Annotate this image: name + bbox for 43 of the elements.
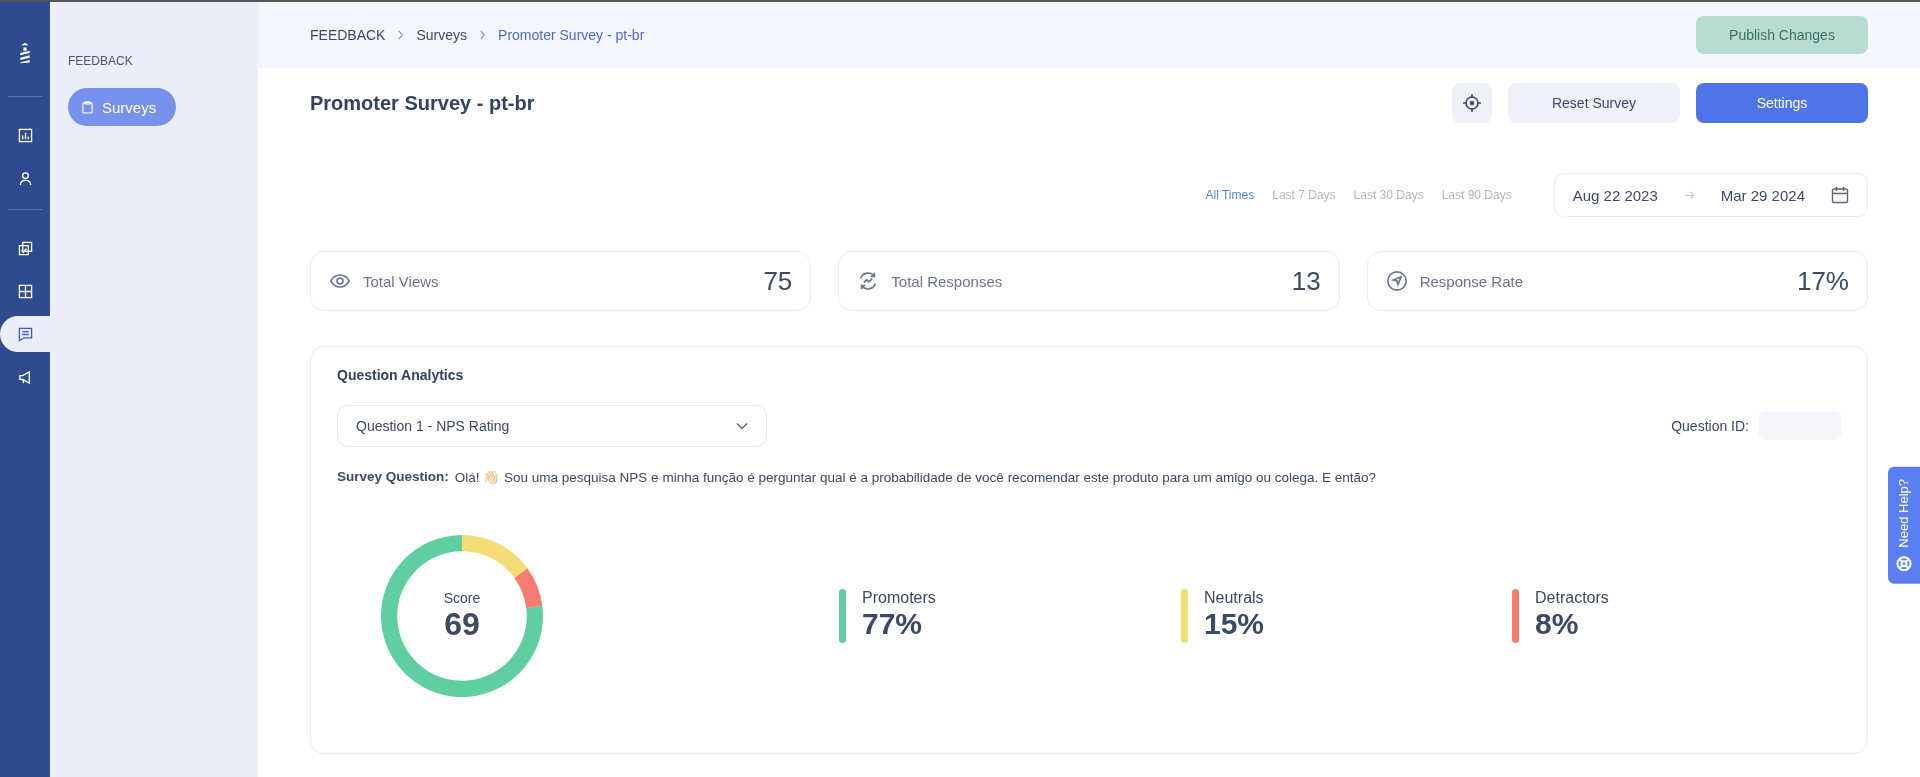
card-title: Question Analytics: [337, 367, 465, 383]
start-date: Aug 22 2023: [1572, 186, 1658, 204]
sidebar-item[interactable]: Surveys: [68, 88, 177, 126]
breadcrumb-link[interactable]: Surveys: [416, 27, 468, 43]
legend-value: 77%: [862, 607, 924, 641]
legend-label: Promoters: [862, 589, 936, 607]
chevron-right-icon: [397, 30, 405, 40]
legend-label: Neutrals: [1204, 589, 1265, 607]
stat-value: 75: [763, 265, 793, 297]
page-title: Promoter Survey - pt-br: [310, 91, 535, 115]
breadcrumb-link[interactable]: Promoter Survey - pt-br: [498, 27, 645, 43]
chevron-right-icon: [479, 30, 487, 40]
score-value: 69: [444, 605, 480, 643]
lifebuoy-icon: [1896, 555, 1912, 572]
stat-value: 17%: [1796, 265, 1849, 297]
date-filter[interactable]: All Times: [1205, 188, 1255, 202]
question-id-label: Question ID:: [1671, 418, 1749, 434]
stat-label: Response Rate: [1419, 272, 1525, 290]
stat-value: 13: [1291, 265, 1321, 297]
logo-icon[interactable]: [17, 42, 33, 64]
legend-value: 15%: [1204, 607, 1265, 641]
date-range-picker[interactable]: Aug 22 2023 Mar 29 2024: [1553, 173, 1868, 217]
crosshair-button[interactable]: [1452, 83, 1492, 123]
crosshair-icon: [1462, 93, 1482, 113]
clipboard-icon: [82, 100, 93, 114]
legend-label: Detractors: [1535, 589, 1609, 607]
survey-question-label: Survey Question:: [337, 469, 449, 485]
section-title: FEEDBACK: [68, 54, 134, 68]
survey-question-text: Olá! 👋🏻 Sou uma pesquisa NPS e minha função é perguntar qual é a probabilidade de você recomendar este produto para um amigo ou colega. E então?: [454, 469, 1377, 485]
calendar-icon: [1831, 186, 1849, 204]
stat-label: Total Responses: [891, 272, 1004, 290]
arrow-right-icon: [1683, 190, 1695, 200]
reset-survey-button[interactable]: Reset Survey: [1508, 83, 1680, 123]
legend-value: 8%: [1535, 607, 1580, 641]
score-label: Score: [443, 589, 481, 606]
chevron-down-icon: [736, 422, 748, 430]
stat-label: Total Views: [363, 272, 440, 290]
question-dropdown[interactable]: Question 1 - NPS Rating: [337, 405, 767, 447]
end-date: Mar 29 2024: [1720, 186, 1805, 204]
chat-icon[interactable]: [0, 316, 50, 352]
need-help-tab[interactable]: Need Help?: [1888, 467, 1920, 584]
breadcrumb-link[interactable]: FEEDBACK: [310, 27, 386, 43]
settings-button[interactable]: Settings: [1696, 83, 1868, 123]
